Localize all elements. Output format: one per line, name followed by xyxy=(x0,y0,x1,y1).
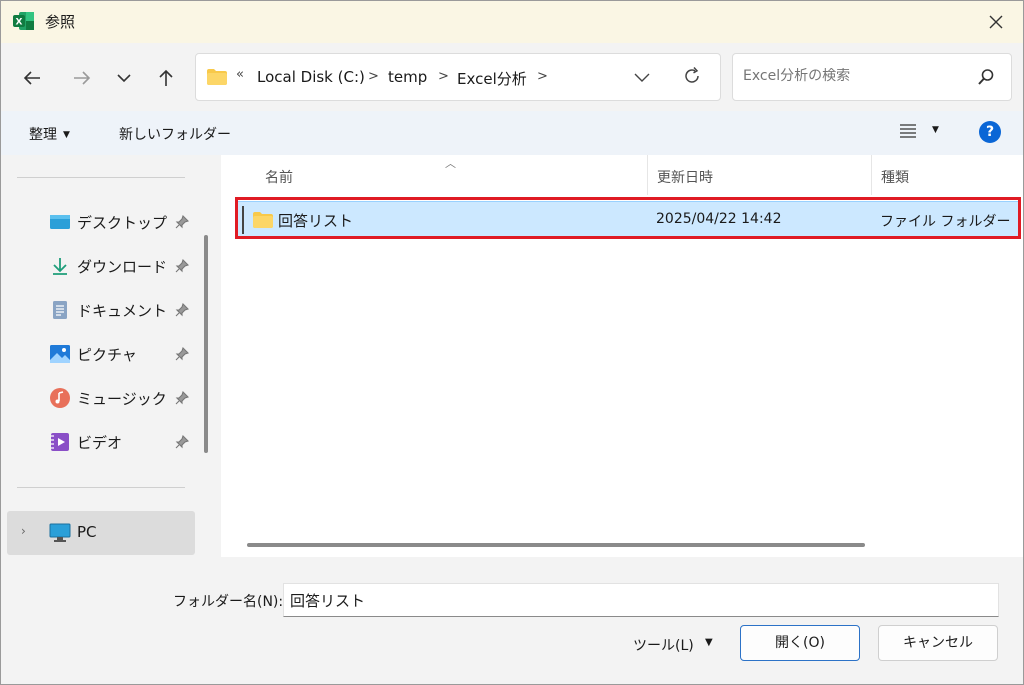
search-input[interactable] xyxy=(743,68,963,84)
search-box[interactable] xyxy=(732,53,1012,101)
title-bar: X 参照 xyxy=(1,1,1023,43)
download-icon xyxy=(49,255,71,277)
cancel-button[interactable]: キャンセル xyxy=(878,625,998,661)
divider xyxy=(17,487,185,488)
forward-arrow-icon xyxy=(74,71,91,85)
sidebar-item-label: ドキュメント xyxy=(77,302,168,320)
forward-button[interactable] xyxy=(67,63,97,93)
search-icon[interactable] xyxy=(977,68,995,90)
column-divider[interactable] xyxy=(647,155,648,195)
sidebar-item-label: ビデオ xyxy=(77,434,123,452)
command-bar: 整理 ▼ 新しいフォルダー ▼ ? xyxy=(1,111,1023,155)
sidebar-item-pc[interactable]: › PC xyxy=(7,511,195,555)
file-dialog: X 参照 « Local Disk (C:) > temp > Excel分析 … xyxy=(0,0,1024,685)
new-folder-button[interactable]: 新しいフォルダー xyxy=(119,124,231,144)
svg-text:X: X xyxy=(16,18,23,28)
view-options-button[interactable] xyxy=(899,123,917,143)
video-icon xyxy=(49,431,71,453)
caret-down-icon[interactable]: ▼ xyxy=(705,637,713,648)
pin-icon[interactable] xyxy=(175,434,190,453)
navigation-bar: « Local Disk (C:) > temp > Excel分析 > xyxy=(1,43,1023,111)
sidebar-item-label: PC xyxy=(77,523,97,541)
sidebar-item-label: デスクトップ xyxy=(77,214,168,232)
window-title: 参照 xyxy=(45,13,76,31)
music-icon xyxy=(49,387,71,409)
sidebar-item-label: ダウンロード xyxy=(77,258,168,276)
pin-icon[interactable] xyxy=(175,214,190,233)
address-separator[interactable]: > xyxy=(537,69,548,84)
excel-icon: X xyxy=(13,11,35,31)
sidebar-scrollbar[interactable] xyxy=(204,235,208,453)
address-dropdown-button[interactable] xyxy=(634,68,650,87)
horizontal-scrollbar[interactable] xyxy=(247,543,865,547)
column-divider[interactable] xyxy=(871,155,872,195)
sort-ascending-icon: ︿ xyxy=(445,157,456,170)
desktop-icon xyxy=(49,211,71,233)
folder-icon xyxy=(206,68,228,90)
document-icon xyxy=(49,299,71,321)
address-segment-local-disk[interactable]: Local Disk (C:) xyxy=(257,68,365,86)
help-icon[interactable]: ? xyxy=(979,121,1001,143)
chevron-right-icon[interactable]: › xyxy=(21,524,26,538)
sidebar-item-pictures[interactable]: ピクチャ xyxy=(1,334,197,374)
organize-button[interactable]: 整理 ▼ xyxy=(29,124,70,144)
pin-icon[interactable] xyxy=(175,346,190,365)
divider xyxy=(17,177,185,178)
pin-icon[interactable] xyxy=(175,390,190,409)
sidebar-item-label: ミュージック xyxy=(77,390,167,408)
sidebar-item-music[interactable]: ミュージック xyxy=(1,378,197,418)
back-button[interactable] xyxy=(17,63,47,93)
sidebar-item-label: ピクチャ xyxy=(77,346,137,364)
sidebar-item-downloads[interactable]: ダウンロード xyxy=(1,246,197,286)
annotation-highlight-box xyxy=(235,197,1021,239)
pictures-icon xyxy=(49,343,71,365)
chevron-down-icon xyxy=(634,73,650,82)
column-header-type[interactable]: 種類 xyxy=(881,167,909,187)
address-separator[interactable]: > xyxy=(368,69,379,84)
address-separator[interactable]: > xyxy=(438,69,449,84)
caret-down-icon[interactable]: ▼ xyxy=(932,125,939,135)
up-button[interactable] xyxy=(151,63,181,93)
pin-icon[interactable] xyxy=(175,258,190,277)
caret-down-icon: ▼ xyxy=(63,130,70,140)
recent-locations-button[interactable] xyxy=(109,63,139,93)
column-header-name[interactable]: 名前 xyxy=(265,167,293,187)
sidebar-item-videos[interactable]: ビデオ xyxy=(1,422,197,462)
sidebar-item-documents[interactable]: ドキュメント xyxy=(1,290,197,330)
sidebar-item-desktop[interactable]: デスクトップ xyxy=(1,202,197,242)
organize-label: 整理 xyxy=(29,127,57,143)
address-segment-excel[interactable]: Excel分析 xyxy=(457,68,527,89)
navigation-pane: デスクトップ ダウンロード ドキュメント ピクチャ ミュージック ビデオ › P… xyxy=(1,155,217,557)
computer-icon xyxy=(49,523,71,547)
column-header-modified[interactable]: 更新日時 xyxy=(657,167,713,187)
open-button[interactable]: 開く(O) xyxy=(740,625,860,661)
pin-icon[interactable] xyxy=(175,302,190,321)
folder-name-input[interactable] xyxy=(283,583,999,617)
folder-name-label: フォルダー名(N): xyxy=(173,594,284,610)
up-arrow-icon xyxy=(159,69,173,86)
close-button[interactable] xyxy=(979,7,1013,37)
chevron-down-icon xyxy=(117,73,131,82)
list-view-icon xyxy=(900,124,916,138)
address-segment-temp[interactable]: temp xyxy=(388,68,427,86)
address-overflow[interactable]: « xyxy=(236,67,244,82)
refresh-icon xyxy=(685,66,699,83)
close-icon xyxy=(989,15,1003,29)
tools-button[interactable]: ツール(L) xyxy=(633,635,694,655)
refresh-button[interactable] xyxy=(682,66,702,90)
address-bar[interactable]: « Local Disk (C:) > temp > Excel分析 > xyxy=(195,53,721,101)
back-arrow-icon xyxy=(23,71,40,85)
